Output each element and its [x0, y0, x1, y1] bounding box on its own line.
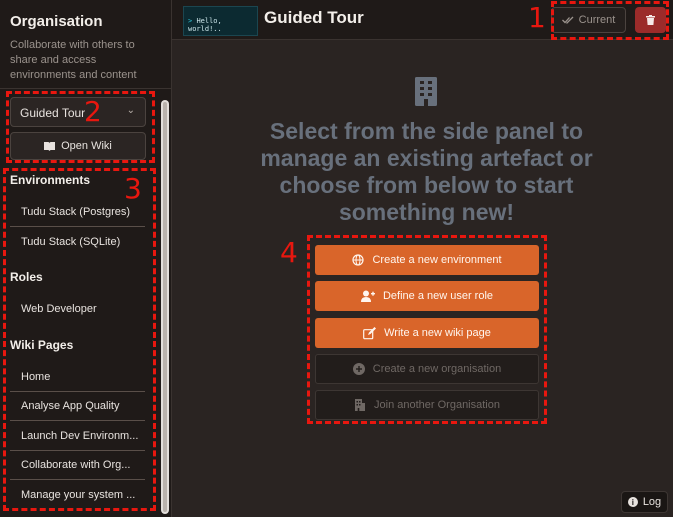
org-description: Collaborate with others to share and acc…	[10, 39, 137, 81]
log-button[interactable]: i Log	[621, 491, 668, 513]
annotation-number-1: 1	[528, 1, 546, 34]
sidebar-divider	[0, 88, 172, 89]
log-label: Log	[642, 496, 662, 508]
building-icon	[415, 77, 437, 106]
annotation-box-3	[3, 168, 156, 511]
annotation-box-4	[307, 235, 547, 424]
wiki-thumbnail: > Hello, world!..	[183, 6, 258, 36]
annotation-box-2	[6, 91, 155, 163]
page-title: Guided Tour	[264, 8, 364, 27]
annotation-number-3: 3	[124, 172, 142, 205]
annotation-number-2: 2	[84, 95, 102, 128]
org-title: Organisation	[10, 13, 103, 30]
annotation-box-1	[551, 1, 669, 40]
sidebar-scrollbar-thumb[interactable]	[163, 102, 167, 512]
main-headline: Select from the side panel to manage an …	[260, 118, 593, 225]
info-icon: i	[627, 497, 638, 507]
annotation-number-4: 4	[280, 236, 298, 269]
